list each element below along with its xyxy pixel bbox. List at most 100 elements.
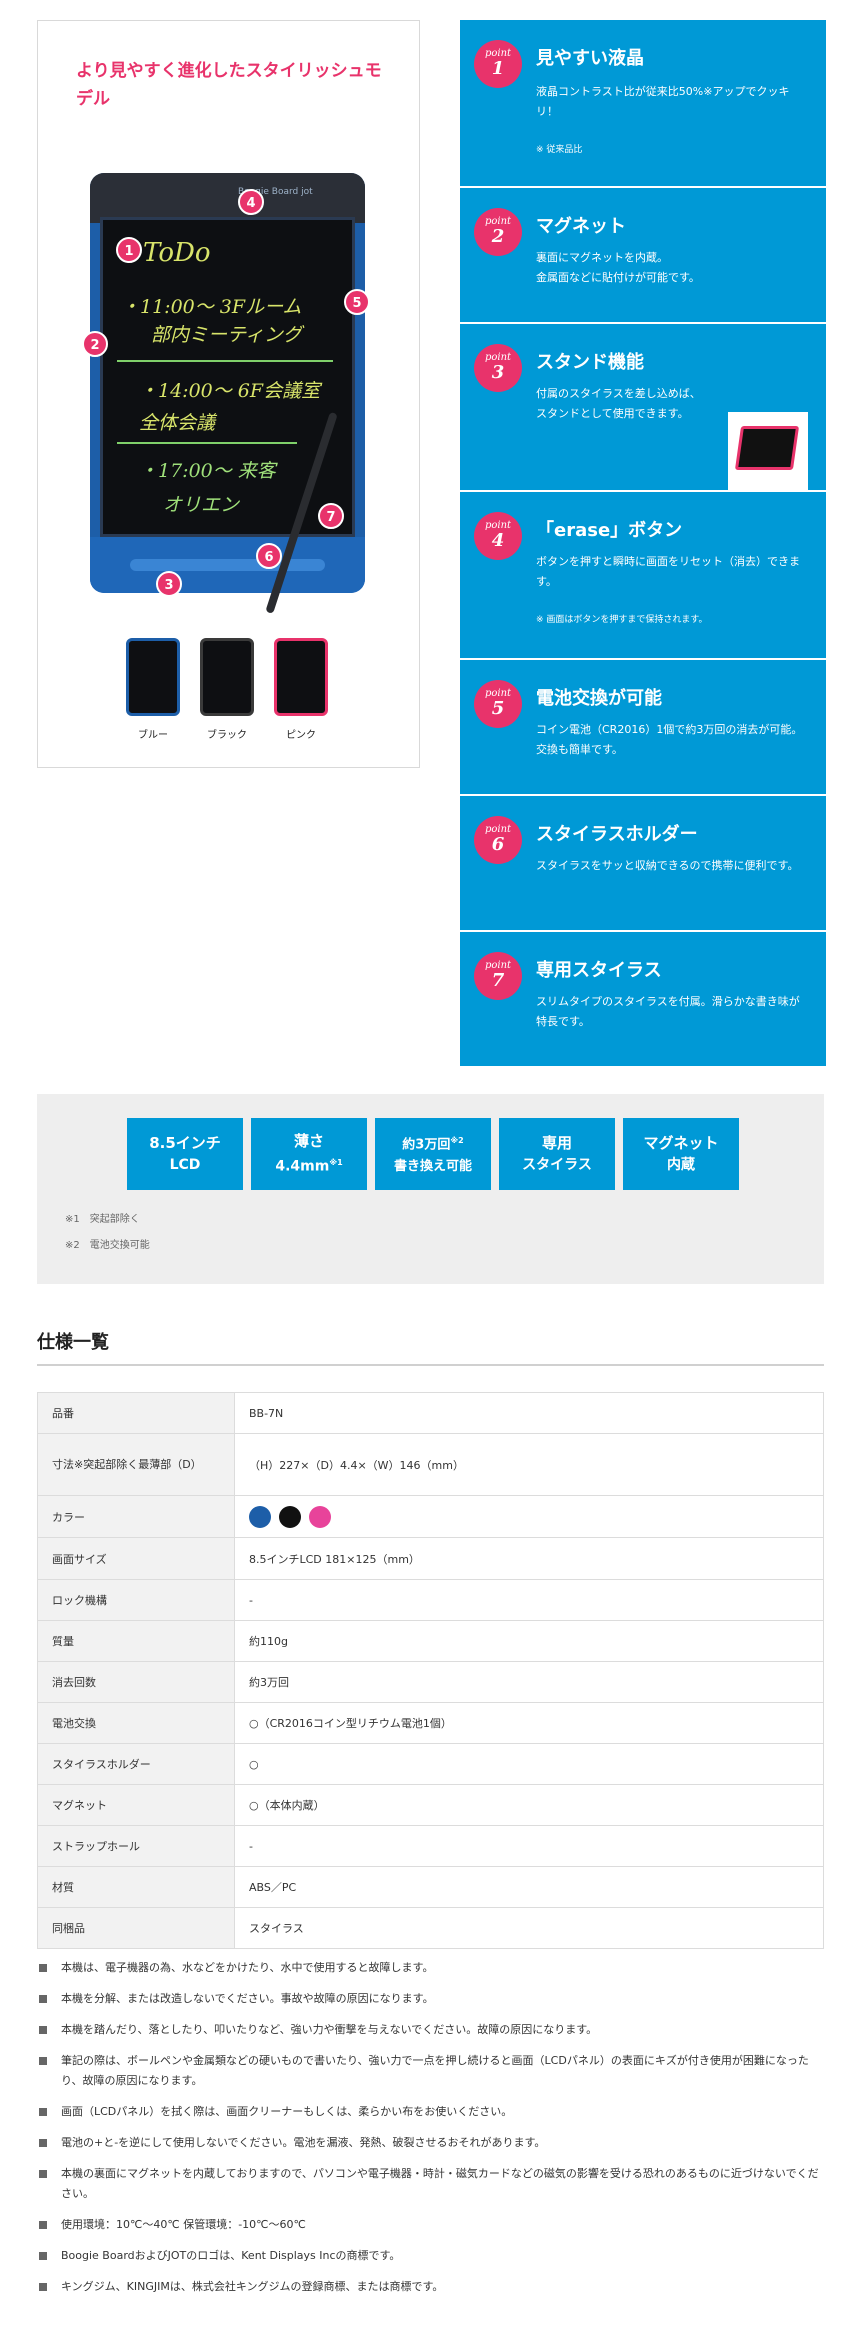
spec-key: ロック機構 bbox=[37, 1579, 235, 1621]
spec-value: ABS／PC bbox=[234, 1866, 824, 1908]
spec-value: ○（本体内蔵） bbox=[234, 1784, 824, 1826]
list-item: 筆記の際は、ボールペンや金属類などの硬いもので書いたり、強い力で一点を押し続ける… bbox=[37, 2051, 824, 2091]
bullet-icon bbox=[39, 2057, 47, 2065]
point-card: point 5 電池交換が可能 コイン電池（CR2016）1個で約3万回の消去が可… bbox=[460, 660, 826, 796]
table-row: ストラップホール - bbox=[37, 1825, 824, 1867]
handwriting-line: ・11:00〜 3Fルーム bbox=[121, 296, 302, 318]
point-description: コイン電池（CR2016）1個で約3万回の消去が可能。交換も簡単です。 bbox=[536, 723, 803, 756]
variant-device bbox=[274, 638, 328, 716]
spec-key: 消去回数 bbox=[37, 1661, 235, 1703]
point-description: スリムタイプのスタイラスを付属。滑らかな書き味が特長です。 bbox=[536, 995, 800, 1028]
color-swatch-black bbox=[279, 1505, 301, 1528]
color-swatch-blue bbox=[249, 1505, 271, 1528]
spec-value: - bbox=[234, 1579, 824, 1621]
feature-points-list: point 1 見やすい液晶 液晶コントラスト比が従来比50%※アップでクッキリ！… bbox=[460, 20, 826, 1066]
variant-pink: ピンク bbox=[274, 638, 328, 741]
spec-value: 8.5インチLCD 181×125（mm） bbox=[234, 1537, 824, 1580]
spec-value: 約3万回 bbox=[234, 1661, 824, 1703]
handwriting-line: 全体会議 bbox=[139, 412, 216, 434]
bullet-icon bbox=[39, 2221, 47, 2229]
table-row: カラー bbox=[37, 1495, 824, 1538]
point-note: ※ 従来品比 bbox=[536, 145, 583, 155]
point-description: 裏面にマグネットを内蔵。 金属面などに貼付けが可能です。 bbox=[536, 251, 700, 284]
callout-marker: 3 bbox=[156, 571, 182, 597]
table-row: ロック機構 - bbox=[37, 1579, 824, 1621]
divider bbox=[37, 1364, 824, 1366]
stand-photo bbox=[728, 412, 808, 490]
handwriting-line: オリエン bbox=[163, 494, 240, 516]
spec-key: スタイラスホルダー bbox=[37, 1743, 235, 1785]
bullet-icon bbox=[39, 2252, 47, 2260]
table-row: マグネット ○（本体内蔵） bbox=[37, 1784, 824, 1826]
handwriting-line: 部内ミーティング bbox=[151, 324, 302, 346]
table-row: 品番 BB-7N bbox=[37, 1392, 824, 1434]
spec-key: 画面サイズ bbox=[37, 1537, 235, 1580]
callout-marker: 7 bbox=[318, 503, 344, 529]
list-item: 電池の+と-を逆にして使用しないでください。電池を漏液、発熱、破裂させるおそれが… bbox=[37, 2133, 824, 2153]
variant-label: ブラック bbox=[207, 730, 247, 741]
spec-value-colors bbox=[234, 1495, 824, 1538]
point-title: 見やすい液晶 bbox=[536, 48, 644, 69]
point-card: point 2 マグネット 裏面にマグネットを内蔵。 金属面などに貼付けが可能です… bbox=[460, 188, 826, 324]
point-card: point 3 スタンド機能 付属のスタイラスを差し込めば、 スタンドとして使用で… bbox=[460, 324, 826, 492]
bullet-icon bbox=[39, 1964, 47, 1972]
table-row: 同梱品 スタイラス bbox=[37, 1907, 824, 1949]
color-swatch-pink bbox=[309, 1505, 331, 1528]
point-title: スタンド機能 bbox=[536, 352, 644, 373]
point-title: マグネット bbox=[536, 216, 626, 237]
feature-badge: 8.5インチ LCD bbox=[127, 1118, 243, 1190]
product-image-panel: より見やすく進化したスタイリッシュモデル Boogie Board jot To… bbox=[37, 20, 420, 768]
spec-key: 同梱品 bbox=[37, 1907, 235, 1949]
point-card: point 7 専用スタイラス スリムタイプのスタイラスを付属。滑らかな書き味が特… bbox=[460, 932, 826, 1066]
spec-key: 質量 bbox=[37, 1620, 235, 1662]
spec-key: カラー bbox=[37, 1495, 235, 1538]
bullet-icon bbox=[39, 1995, 47, 2003]
handwriting-line: ・14:00〜 6F会議室 bbox=[139, 380, 321, 402]
table-row: 材質 ABS／PC bbox=[37, 1866, 824, 1908]
caution-notes-list: 本機は、電子機器の為、水などをかけたり、水中で使用すると故障します。 本機を分解… bbox=[37, 1958, 824, 2308]
table-row: 質量 約110g bbox=[37, 1620, 824, 1662]
point-card: point 4 「erase」ボタン ボタンを押すと瞬時に画面をリセット（消去）で… bbox=[460, 492, 826, 660]
handwriting-line: ・17:00〜 来客 bbox=[139, 460, 276, 482]
point-card: point 6 スタイラスホルダー スタイラスをサッと収納できるので携帯に便利です… bbox=[460, 796, 826, 932]
variant-black: ブラック bbox=[200, 638, 254, 741]
point-card: point 1 見やすい液晶 液晶コントラスト比が従来比50%※アップでクッキリ！… bbox=[460, 20, 826, 188]
headline: より見やすく進化したスタイリッシュモデル bbox=[76, 61, 382, 109]
spec-key: マグネット bbox=[37, 1784, 235, 1826]
spec-table: 品番 BB-7N 寸法※突起部除く最薄部（D） （H）227×（D）4.4×（W）1… bbox=[37, 1392, 824, 1949]
point-title: 電池交換が可能 bbox=[536, 688, 662, 709]
feature-badge: 薄さ 4.4mm※1 bbox=[251, 1118, 367, 1190]
point-title: スタイラスホルダー bbox=[536, 824, 698, 845]
spec-value: 約110g bbox=[234, 1620, 824, 1662]
list-item: 本機を分解、または改造しないでください。事故や故障の原因になります。 bbox=[37, 1989, 824, 2009]
spec-value: BB-7N bbox=[234, 1392, 824, 1434]
spec-value: - bbox=[234, 1825, 824, 1867]
board-bottom-frame bbox=[90, 537, 365, 593]
bullet-icon bbox=[39, 2139, 47, 2147]
variant-label: ピンク bbox=[286, 730, 316, 741]
spec-key: ストラップホール bbox=[37, 1825, 235, 1867]
point-title: 専用スタイラス bbox=[536, 960, 662, 981]
point-badge: point 1 bbox=[474, 40, 522, 88]
callout-marker: 6 bbox=[256, 543, 282, 569]
color-variants: ブルー ブラック ピンク bbox=[126, 638, 356, 741]
callout-marker: 2 bbox=[82, 331, 108, 357]
list-item: 使用環境：10℃〜40℃ 保管環境：-10℃〜60℃ bbox=[37, 2215, 824, 2235]
feature-badge: 約3万回※2 書き換え可能 bbox=[375, 1118, 491, 1190]
callout-marker: 5 bbox=[344, 289, 370, 315]
list-item: 本機の裏面にマグネットを内蔵しておりますので、パソコンや電子機器・時計・磁気カー… bbox=[37, 2164, 824, 2204]
feature-badge: 専用 スタイラス bbox=[499, 1118, 615, 1190]
handwriting-rule bbox=[117, 442, 297, 444]
point-badge: point 4 bbox=[474, 512, 522, 560]
table-row: 寸法※突起部除く最薄部（D） （H）227×（D）4.4×（W）146（mm） bbox=[37, 1433, 824, 1496]
point-badge: point 7 bbox=[474, 952, 522, 1000]
point-badge: point 3 bbox=[474, 344, 522, 392]
point-badge: point 5 bbox=[474, 680, 522, 728]
point-description: 液晶コントラスト比が従来比50%※アップでクッキリ！ bbox=[536, 85, 790, 118]
spec-key: 寸法※突起部除く最薄部（D） bbox=[37, 1433, 235, 1496]
point-description: スタイラスをサッと収納できるので携帯に便利です。 bbox=[536, 859, 799, 872]
list-item: キングジム、KINGJIMは、株式会社キングジムの登録商標、または商標です。 bbox=[37, 2277, 824, 2297]
stylus-slot bbox=[130, 559, 325, 571]
variant-label: ブルー bbox=[138, 730, 168, 741]
table-row: 電池交換 ○（CR2016コイン型リチウム電池1個） bbox=[37, 1702, 824, 1744]
